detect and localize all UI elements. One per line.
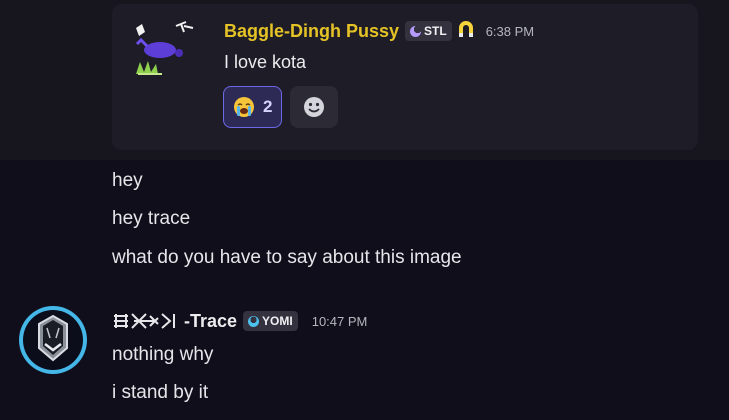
embed-timestamp: 6:38 PM bbox=[485, 23, 535, 39]
reaction-bar: 2 bbox=[223, 86, 339, 128]
message-text: nothing why bbox=[112, 344, 214, 365]
trace-avatar[interactable] bbox=[17, 304, 89, 376]
moon-icon bbox=[410, 25, 422, 37]
embed-username[interactable]: Baggle-Dingh Pussy bbox=[224, 21, 399, 42]
trace-message-header: -Trace YOMI 10:47 PM bbox=[112, 310, 367, 332]
yomi-icon bbox=[248, 315, 260, 327]
server-tag[interactable]: STL bbox=[405, 21, 452, 41]
magnet-icon bbox=[458, 20, 474, 43]
embed-header: Baggle-Dingh Pussy STL 6:38 PM bbox=[224, 18, 534, 44]
add-reaction-button[interactable] bbox=[290, 86, 339, 128]
embed-avatar[interactable] bbox=[128, 14, 198, 84]
server-tag-label: YOMI bbox=[262, 314, 293, 328]
embed-message-text: I love kota bbox=[224, 52, 307, 72]
name-glyph-icon bbox=[114, 313, 175, 329]
message-text: hey bbox=[112, 170, 143, 191]
reaction-count: 2 bbox=[263, 97, 273, 116]
message-text: i stand by it bbox=[112, 382, 209, 403]
smiley-icon bbox=[304, 97, 325, 117]
loudly-crying-face-icon bbox=[234, 97, 254, 117]
reaction-crying[interactable]: 2 bbox=[223, 86, 283, 128]
trace-timestamp: 10:47 PM bbox=[311, 313, 368, 329]
server-tag-label: STL bbox=[424, 24, 447, 38]
server-tag[interactable]: YOMI bbox=[243, 311, 298, 331]
trace-username-suffix: -Trace bbox=[184, 310, 238, 331]
message-text: hey trace bbox=[112, 208, 191, 229]
trace-username[interactable]: -Trace bbox=[112, 310, 237, 332]
message-text: what do you have to say about this image bbox=[112, 247, 462, 268]
